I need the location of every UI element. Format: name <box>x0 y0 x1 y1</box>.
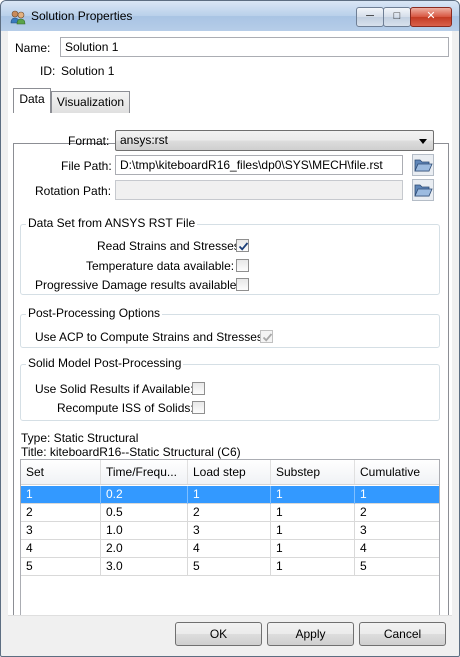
ok-button[interactable]: OK <box>175 622 262 646</box>
table-cell: 1 <box>360 487 367 501</box>
title-text: Title: kiteboardR16--Static Structural (… <box>21 445 241 459</box>
post-processing-group-title: Post-Processing Options <box>26 306 163 320</box>
table-cell: 4 <box>188 540 271 558</box>
read-strains-checkbox[interactable] <box>236 239 249 252</box>
table-cell: 2 <box>188 504 271 522</box>
file-path-label: File Path: <box>61 159 112 173</box>
checkmark-icon <box>238 242 249 251</box>
column-header-substep[interactable]: Substep <box>271 460 355 484</box>
table-cell: 3.0 <box>101 558 188 576</box>
name-input[interactable]: Solution 1 <box>60 37 449 57</box>
column-header-set[interactable]: Set <box>21 460 101 484</box>
name-label: Name: <box>15 41 51 55</box>
folder-open-icon[interactable] <box>412 179 434 201</box>
solution-properties-window: Solution Properties ─ □ ✕ Name: Solution… <box>0 0 460 657</box>
checkmark-icon <box>262 333 273 342</box>
column-header-time[interactable]: Time/Frequ... <box>101 460 188 484</box>
table-cell: 5 <box>21 558 101 576</box>
table-cell: 2.0 <box>101 540 188 558</box>
minimize-button[interactable]: ─ <box>356 7 384 27</box>
folder-open-icon[interactable] <box>412 154 434 176</box>
title-bar[interactable]: Solution Properties ─ □ ✕ <box>1 1 459 31</box>
table-cell: 5 <box>360 559 367 573</box>
temperature-checkbox[interactable] <box>236 259 249 272</box>
rotation-path-label: Rotation Path: <box>35 184 112 198</box>
progressive-damage-checkbox[interactable] <box>236 278 249 291</box>
file-path-input[interactable]: D:\tmp\kiteboardR16_files\dp0\SYS\MECH\f… <box>115 155 403 175</box>
recompute-iss-checkbox[interactable] <box>192 401 205 414</box>
table-cell: 1 <box>271 540 355 558</box>
table-cell: 3 <box>21 522 101 540</box>
cancel-button[interactable]: Cancel <box>359 622 446 646</box>
use-solid-results-label: Use Solid Results if Available: <box>35 382 194 396</box>
id-value: Solution 1 <box>61 64 115 78</box>
table-cell: 4 <box>21 540 101 558</box>
table-cell: 1 <box>271 504 355 522</box>
result-sets-table: Set Time/Frequ... Load step Substep Cumu… <box>20 459 440 629</box>
use-acp-checkbox[interactable] <box>260 330 273 343</box>
temperature-label: Temperature data available: <box>86 259 235 273</box>
column-header-load-step[interactable]: Load step <box>188 460 271 484</box>
table-row[interactable]: 1 0.2 1 1 1 <box>21 486 439 504</box>
users-icon <box>10 10 26 25</box>
table-cell: 5 <box>188 558 271 576</box>
table-cell: 2 <box>360 505 367 519</box>
format-select-value: ansys:rst <box>120 133 169 147</box>
table-cell: 4 <box>360 541 367 555</box>
format-select[interactable]: ansys:rst <box>115 130 434 151</box>
type-text: Type: Static Structural <box>21 431 139 445</box>
tab-visualization[interactable]: Visualization <box>51 91 130 113</box>
table-cell: 1 <box>271 558 355 576</box>
use-acp-label: Use ACP to Compute Strains and Stresses: <box>35 330 267 344</box>
table-row[interactable]: 4 2.0 4 1 4 <box>21 540 439 558</box>
dialog-button-bar: OK Apply Cancel <box>8 615 452 656</box>
table-row[interactable]: 5 3.0 5 1 5 <box>21 558 439 576</box>
solid-model-group-title: Solid Model Post-Processing <box>26 356 184 370</box>
apply-button[interactable]: Apply <box>267 622 354 646</box>
maximize-button[interactable]: □ <box>383 7 411 27</box>
table-cell: 0.5 <box>101 504 188 522</box>
table-cell: 1 <box>271 522 355 540</box>
dialog-content: Name: Solution 1 ID: Solution 1 Data Vis… <box>8 31 452 656</box>
table-cell: 0.2 <box>101 486 188 504</box>
id-label: ID: <box>40 64 56 78</box>
window-title: Solution Properties <box>31 9 133 23</box>
column-header-cumulative[interactable]: Cumulative <box>355 460 439 484</box>
rotation-path-input[interactable] <box>115 180 403 200</box>
format-label: Format: <box>68 134 110 148</box>
recompute-iss-label: Recompute ISS of Solids: <box>57 401 194 415</box>
read-strains-label: Read Strains and Stresses: <box>97 239 244 253</box>
use-solid-results-checkbox[interactable] <box>192 382 205 395</box>
close-button[interactable]: ✕ <box>410 7 452 27</box>
table-cell: 1 <box>188 486 271 504</box>
table-row[interactable]: 2 0.5 2 1 2 <box>21 504 439 522</box>
progressive-damage-label: Progressive Damage results available: <box>35 278 240 292</box>
table-cell: 1 <box>271 486 355 504</box>
chevron-down-icon <box>419 139 427 144</box>
table-cell: 1 <box>21 486 101 504</box>
table-cell: 3 <box>360 523 367 537</box>
table-cell: 2 <box>21 504 101 522</box>
data-set-group-title: Data Set from ANSYS RST File <box>26 216 198 230</box>
table-cell: 3 <box>188 522 271 540</box>
table-header: Set Time/Frequ... Load step Substep Cumu… <box>21 460 439 485</box>
table-cell: 1.0 <box>101 522 188 540</box>
table-row[interactable]: 3 1.0 3 1 3 <box>21 522 439 540</box>
tab-data[interactable]: Data <box>13 88 51 113</box>
